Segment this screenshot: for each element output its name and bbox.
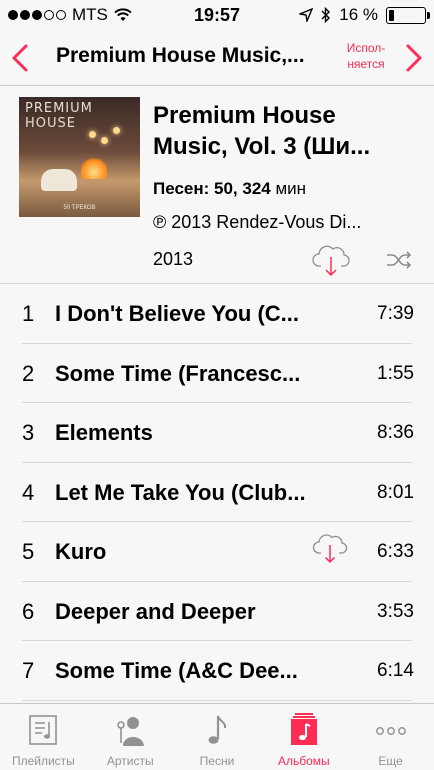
cover-strip-text: 50 ТРЕКОВ xyxy=(63,205,96,211)
album-copyright: ℗ 2013 Rendez-Vous Di... xyxy=(153,212,362,232)
now-playing-line1: Испол- xyxy=(346,41,386,55)
nav-bar: Premium House Music,... Испол- няется xyxy=(0,30,434,86)
tab-artists[interactable]: Артисты xyxy=(87,704,174,770)
track-duration: 7:39 xyxy=(377,303,414,324)
playlist-icon xyxy=(29,715,58,745)
more-icon xyxy=(375,727,406,735)
album-title-line1: Premium House xyxy=(153,102,336,129)
album-track-count: Песен: 50, 324 мин xyxy=(153,179,306,199)
track-number: 6 xyxy=(22,598,35,624)
tab-label: Артисты xyxy=(106,754,154,768)
battery-percent: 16 % xyxy=(339,5,378,24)
track-title: Some Time (Francesc... xyxy=(55,360,301,386)
track-duration: 8:36 xyxy=(377,422,414,443)
cloud-download-icon[interactable] xyxy=(312,531,348,565)
track-title: Let Me Take You (Club... xyxy=(55,479,306,505)
battery-icon xyxy=(386,6,430,24)
track-number: 3 xyxy=(22,420,35,445)
track-title: I Don't Believe You (C... xyxy=(55,301,300,326)
status-bar: MTS 19:57 16 % xyxy=(0,0,434,30)
tab-label: Альбомы xyxy=(277,754,330,768)
track-number: 5 xyxy=(22,539,35,564)
album-cover: PREMIUM HOUSE 50 ТРЕКОВ xyxy=(19,97,140,217)
artist-icon xyxy=(117,717,145,746)
now-playing-line2: няется xyxy=(347,57,385,71)
track-row[interactable]: 1 I Don't Believe You (C... 7:39 xyxy=(0,284,434,344)
now-playing-button[interactable]: Испол- няется xyxy=(338,40,394,72)
tab-playlists[interactable]: Плейлисты xyxy=(0,704,87,770)
forward-chevron-icon[interactable] xyxy=(402,42,426,74)
track-list: 1 I Don't Believe You (C... 7:39 2 Some … xyxy=(0,284,434,701)
track-title: Some Time (A&C Dee... xyxy=(55,658,298,683)
tab-songs[interactable]: Песни xyxy=(174,704,261,770)
track-number: 2 xyxy=(22,360,35,386)
track-duration: 6:33 xyxy=(377,541,414,562)
track-row[interactable]: 3 Elements 8:36 xyxy=(0,403,434,463)
page-title: Premium House Music,... xyxy=(56,44,305,67)
track-duration: 3:53 xyxy=(377,600,414,622)
cover-text-premium: PREMIUM xyxy=(25,101,93,116)
track-number: 1 xyxy=(22,301,35,326)
track-number: 7 xyxy=(22,658,35,683)
cover-text-house: HOUSE xyxy=(25,116,76,131)
track-title: Elements xyxy=(55,420,153,445)
track-row[interactable]: 2 Some Time (Francesc... 1:55 xyxy=(0,343,434,403)
track-title: Deeper and Deeper xyxy=(55,598,256,624)
shuffle-icon[interactable] xyxy=(386,250,412,270)
location-arrow-icon xyxy=(299,8,314,22)
album-header: PREMIUM HOUSE 50 ТРЕКОВ Premium House Mu… xyxy=(0,86,434,284)
track-row[interactable]: 5 Kuro 6:33 xyxy=(0,522,434,582)
track-row[interactable]: 7 Some Time (A&C Dee... 6:14 xyxy=(0,641,434,701)
album-title-line2: Music, Vol. 3 (Ши... xyxy=(153,133,371,160)
note-icon xyxy=(208,715,227,744)
back-chevron-icon[interactable] xyxy=(6,42,36,74)
status-right: 16 % xyxy=(299,5,430,25)
tab-label: Песни xyxy=(199,754,235,768)
track-row[interactable]: 6 Deeper and Deeper 3:53 xyxy=(0,581,434,641)
album-count-unit: мин xyxy=(275,179,307,198)
cloud-download-icon[interactable] xyxy=(311,242,351,278)
track-title: Kuro xyxy=(55,539,107,564)
track-number: 4 xyxy=(22,479,35,505)
track-duration: 6:14 xyxy=(377,660,414,681)
album-year: 2013 xyxy=(153,249,194,269)
track-duration: 8:01 xyxy=(377,481,414,503)
bluetooth-icon xyxy=(321,7,331,23)
album-icon xyxy=(290,713,317,745)
tab-label: Еще xyxy=(378,754,403,768)
tab-label: Плейлисты xyxy=(11,754,75,768)
album-count-value: Песен: 50, 324 xyxy=(153,179,271,198)
track-duration: 1:55 xyxy=(377,362,414,384)
tab-more[interactable]: Еще xyxy=(347,704,434,770)
tab-bar: Плейлисты Артисты Песни Альбомы Еще xyxy=(0,703,434,770)
tab-albums[interactable]: Альбомы xyxy=(260,704,347,770)
track-row[interactable]: 4 Let Me Take You (Club... 8:01 xyxy=(0,462,434,522)
album-title: Premium House Music, Vol. 3 (Ши... xyxy=(153,100,418,162)
